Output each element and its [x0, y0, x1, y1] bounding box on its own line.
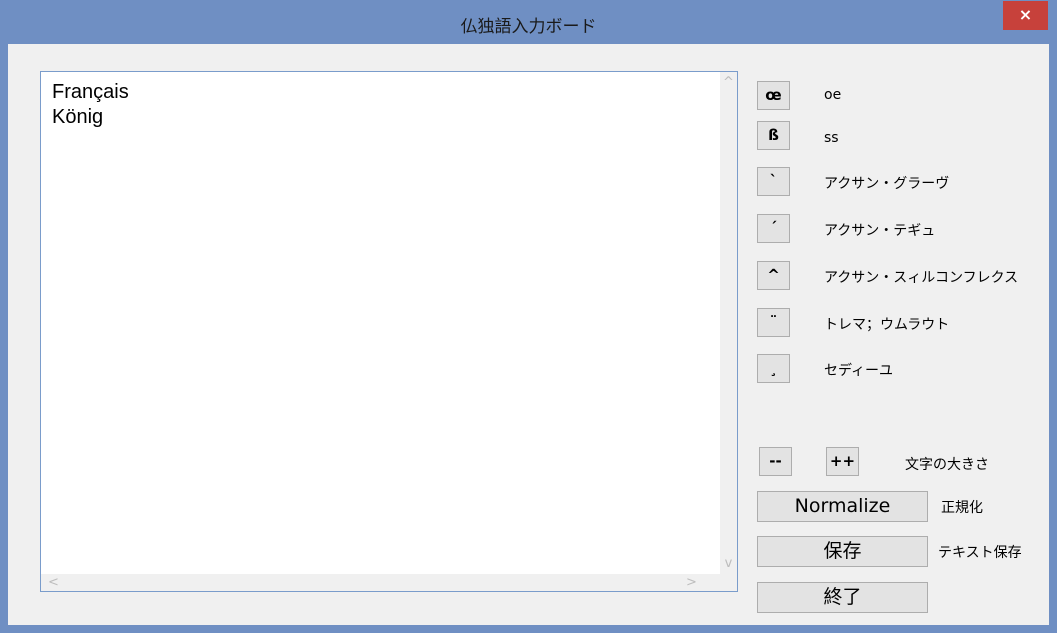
normalize-label: 正規化 [941, 500, 983, 516]
umlaut-label: トレマ；ウムラウト [824, 317, 950, 333]
cedilla-button[interactable]: ¸ [757, 354, 790, 383]
scroll-left-icon[interactable]: < [45, 575, 62, 590]
eszett-button[interactable]: ß [757, 121, 790, 150]
oe-label: oe [824, 87, 842, 103]
eszett-label: ss [824, 130, 839, 146]
save-button[interactable]: 保存 [757, 536, 928, 567]
client-area: Français König ^ v < > œ oe ß ss ` アクサン・… [8, 44, 1049, 625]
save-label: テキスト保存 [938, 545, 1022, 561]
text-editor[interactable]: Français König ^ v < > [40, 71, 738, 592]
acute-accent-label: アクサン・テギュ [824, 223, 936, 239]
window-title: 仏独語入力ボード [460, 17, 597, 37]
font-size-label: 文字の大きさ [905, 457, 989, 473]
title-bar: 仏独語入力ボード × [0, 0, 1057, 44]
vertical-scrollbar[interactable]: ^ v [720, 72, 737, 574]
scroll-down-icon[interactable]: v [720, 556, 737, 571]
scroll-right-icon[interactable]: > [683, 575, 700, 590]
oe-button[interactable]: œ [757, 81, 790, 110]
acute-accent-button[interactable]: ´ [757, 214, 790, 243]
grave-accent-button[interactable]: ` [757, 167, 790, 196]
scroll-up-icon[interactable]: ^ [720, 75, 737, 90]
cedilla-label: セディーユ [824, 363, 894, 379]
app-window: 仏独語入力ボード × Français König ^ v < > œ oe ß… [0, 0, 1057, 633]
normalize-button[interactable]: Normalize [757, 491, 928, 522]
circumflex-label: アクサン・スィルコンフレクス [824, 270, 1019, 286]
grave-accent-label: アクサン・グラーヴ [824, 176, 950, 192]
umlaut-button[interactable]: ¨ [757, 308, 790, 337]
close-button[interactable]: × [1003, 1, 1048, 30]
circumflex-button[interactable]: ^ [757, 261, 790, 290]
exit-button[interactable]: 終了 [757, 582, 928, 613]
editor-text[interactable]: Français König [52, 80, 129, 130]
horizontal-scrollbar[interactable]: < > [41, 574, 737, 591]
font-decrease-button[interactable]: -- [759, 447, 792, 476]
font-increase-button[interactable]: ++ [826, 447, 859, 476]
